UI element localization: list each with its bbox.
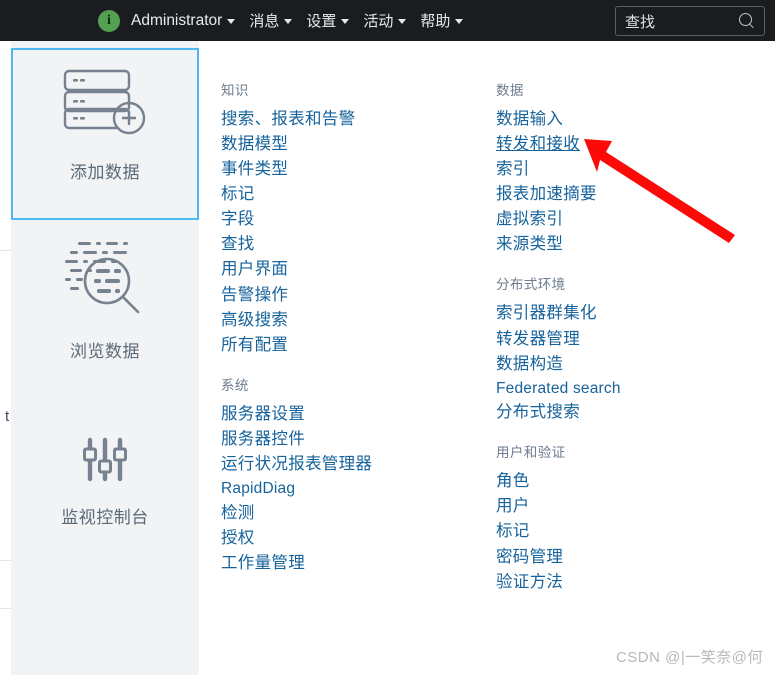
menu-link-search-reports-alerts[interactable]: 搜索、报表和告警 (221, 107, 355, 132)
nav-menu-label: 帮助 (420, 13, 451, 30)
top-navigation-bar: i Administrator 消息 设置 活动 帮助 查找 (0, 0, 775, 41)
menu-column-right: 数据 数据输入 转发和接收 索引 报表加速摘要 虚拟索引 来源类型 分布式环境 … (496, 41, 756, 611)
menu-link-roles[interactable]: 角色 (496, 469, 530, 494)
menu-link-forwarding-and-receiving[interactable]: 转发和接收 (496, 132, 580, 157)
info-icon-glyph: i (107, 12, 111, 28)
menu-link-report-acceleration-summaries[interactable]: 报表加速摘要 (496, 182, 597, 207)
action-tile-rail: 添加数据 浏览数据 监视控制台 (11, 41, 199, 675)
nav-menu-label: 活动 (363, 13, 394, 30)
menu-link-instrumentation[interactable]: 检测 (221, 501, 255, 526)
tile-add-data-label: 添加数据 (70, 163, 140, 182)
tile-monitoring-console[interactable]: 监视控制台 (11, 431, 199, 561)
nav-menu-help[interactable]: 帮助 (420, 10, 464, 31)
screen-root: t i Administrator 消息 设置 活动 帮助 查找 添加数据 浏览… (0, 0, 775, 675)
nav-menu-settings[interactable]: 设置 (306, 10, 350, 31)
menu-link-data-fabric[interactable]: 数据构造 (496, 352, 563, 377)
chevron-down-icon (341, 19, 350, 24)
menu-group-title: 系统 (221, 377, 249, 393)
menu-group-system: 系统 服务器设置 服务器控件 运行状况报表管理器 RapidDiag 检测 授权… (221, 374, 471, 576)
background-text-fragment: t (5, 408, 10, 425)
menu-link-indexer-clustering[interactable]: 索引器群集化 (496, 301, 597, 326)
menu-link-data-models[interactable]: 数据模型 (221, 132, 288, 157)
menu-link-workload-management[interactable]: 工作量管理 (221, 551, 305, 576)
menu-link-health-report-manager[interactable]: 运行状况报表管理器 (221, 452, 372, 477)
menu-group-users-and-authentication: 用户和验证 角色 用户 标记 密码管理 验证方法 (496, 441, 756, 594)
menu-link-advanced-search[interactable]: 高级搜索 (221, 308, 288, 333)
menu-link-fields[interactable]: 字段 (221, 207, 255, 232)
menu-link-rapiddiag[interactable]: RapidDiag (221, 477, 295, 501)
menu-link-forwarder-management[interactable]: 转发器管理 (496, 327, 580, 352)
menu-link-server-controls[interactable]: 服务器控件 (221, 427, 305, 452)
menu-link-virtual-indexes[interactable]: 虚拟索引 (496, 207, 563, 232)
tile-browse-data-label: 浏览数据 (70, 342, 140, 361)
nav-menu-label: 设置 (306, 13, 337, 30)
search-input-value: 查找 (625, 13, 656, 31)
menu-link-password-management[interactable]: 密码管理 (496, 545, 563, 570)
menu-link-licensing[interactable]: 授权 (221, 526, 255, 551)
menu-group-title: 数据 (496, 83, 524, 98)
chevron-down-icon (398, 19, 407, 24)
nav-user-label: Administrator (131, 11, 223, 29)
menu-link-users[interactable]: 用户 (496, 494, 530, 519)
menu-link-all-configurations[interactable]: 所有配置 (221, 333, 288, 358)
nav-user-administrator[interactable]: Administrator (131, 11, 236, 30)
menu-link-server-settings[interactable]: 服务器设置 (221, 402, 305, 427)
menu-link-data-inputs[interactable]: 数据输入 (496, 107, 563, 132)
menu-column-left: 知识 搜索、报表和告警 数据模型 事件类型 标记 字段 查找 用户界面 告警操作… (221, 41, 471, 592)
tile-browse-data[interactable]: 浏览数据 (11, 227, 199, 397)
menu-link-lookups[interactable]: 查找 (221, 232, 255, 257)
menu-link-source-types[interactable]: 来源类型 (496, 232, 563, 257)
menu-link-alert-actions[interactable]: 告警操作 (221, 283, 288, 308)
topbar-left-spacer (0, 20, 98, 21)
menu-group-knowledge: 知识 搜索、报表和告警 数据模型 事件类型 标记 字段 查找 用户界面 告警操作… (221, 41, 471, 358)
menu-link-event-types[interactable]: 事件类型 (221, 157, 288, 182)
chevron-down-icon (455, 19, 464, 24)
menu-link-indexes[interactable]: 索引 (496, 157, 530, 182)
watermark: CSDN @|一笑奈@何 (615, 649, 763, 666)
menu-link-authentication-methods[interactable]: 验证方法 (496, 570, 563, 595)
tile-add-data[interactable]: 添加数据 (11, 48, 199, 220)
menu-group-title: 分布式环境 (496, 277, 566, 293)
settings-menu-panel: 知识 搜索、报表和告警 数据模型 事件类型 标记 字段 查找 用户界面 告警操作… (199, 41, 775, 675)
chevron-down-icon (284, 19, 293, 24)
nav-menu-activity[interactable]: 活动 (363, 10, 407, 31)
menu-group-data: 数据 数据输入 转发和接收 索引 报表加速摘要 虚拟索引 来源类型 (496, 41, 756, 257)
info-circle-icon[interactable]: i (98, 9, 120, 32)
chevron-down-icon (227, 19, 236, 24)
menu-link-tokens[interactable]: 标记 (496, 519, 530, 544)
menu-group-title: 知识 (221, 83, 249, 98)
menu-link-distributed-search[interactable]: 分布式搜索 (496, 400, 580, 425)
menu-group-title: 用户和验证 (496, 445, 566, 461)
sliders-icon (77, 431, 133, 491)
menu-link-user-interface[interactable]: 用户界面 (221, 257, 288, 282)
search-icon[interactable] (739, 12, 756, 30)
tile-monitoring-console-label: 监视控制台 (61, 508, 149, 527)
menu-group-distributed-environment: 分布式环境 索引器群集化 转发器管理 数据构造 Federated search… (496, 273, 756, 425)
search-input[interactable]: 查找 (615, 6, 765, 36)
server-stack-plus-icon (57, 50, 153, 144)
magnifier-data-icon (56, 227, 154, 323)
menu-link-tags[interactable]: 标记 (221, 182, 255, 207)
nav-menu-messages[interactable]: 消息 (249, 10, 293, 31)
menu-link-federated-search[interactable]: Federated search (496, 377, 621, 401)
nav-menu-label: 消息 (249, 13, 280, 30)
